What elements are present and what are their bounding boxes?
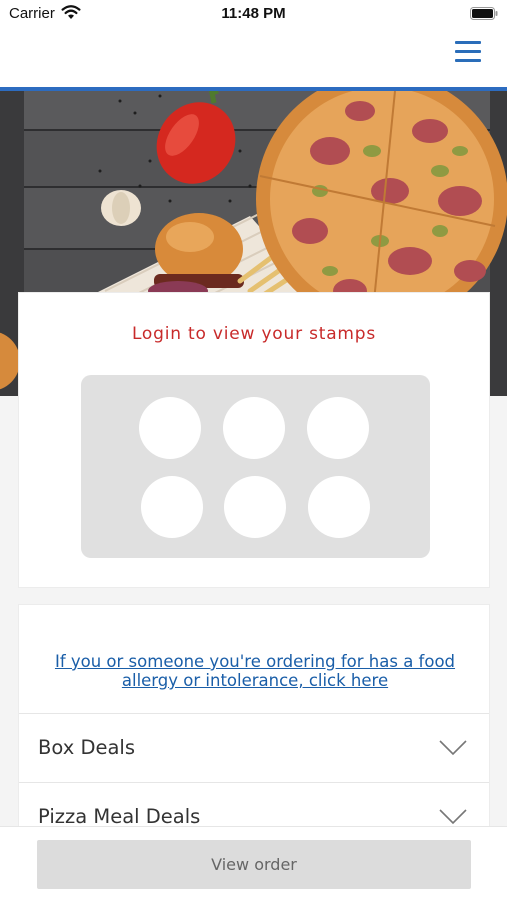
category-label: Box Deals [38, 736, 135, 759]
app-header [0, 30, 507, 87]
chevron-down-icon [439, 740, 467, 756]
stamp-card: Login to view your stamps [18, 292, 490, 588]
battery-icon [470, 7, 498, 20]
menu-card: If you or someone you're ordering for ha… [18, 604, 490, 844]
view-order-button[interactable]: View order [37, 840, 471, 889]
allergy-info-link[interactable]: If you or someone you're ordering for ha… [39, 652, 471, 690]
stamp-grid [81, 375, 430, 558]
stamp-login-prompt[interactable]: Login to view your stamps [19, 324, 489, 344]
category-label: Pizza Meal Deals [38, 805, 201, 828]
category-box-deals[interactable]: Box Deals [19, 713, 489, 782]
bottom-bar: View order [0, 826, 507, 900]
status-time: 11:48 PM [221, 5, 286, 22]
stamp-slot [223, 397, 285, 459]
status-bar: Carrier 11:48 PM [0, 0, 507, 30]
chevron-down-icon [439, 809, 467, 825]
stamp-slot [307, 397, 369, 459]
stamp-slot [308, 476, 370, 538]
stamp-slot [141, 476, 203, 538]
stamp-slot [139, 397, 201, 459]
hamburger-menu-icon[interactable] [455, 40, 483, 66]
stamp-slot [224, 476, 286, 538]
